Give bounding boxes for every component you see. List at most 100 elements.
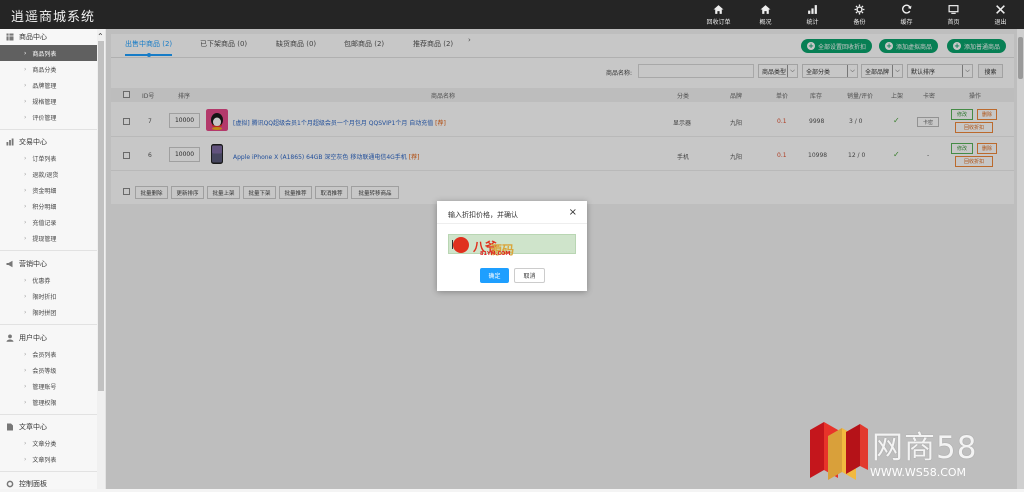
top-nav-overview[interactable]: 概况 (742, 0, 789, 29)
caret-right-icon: › (24, 398, 27, 406)
cancel-button[interactable]: 取消 (514, 268, 545, 283)
sidebar: 商品中心 › 商品列表 › 商品分类 › 品牌管理 › 规格管理 › 评价管理 交易中心 … (0, 29, 106, 489)
sidebar-group-header[interactable]: 控制面板 (0, 476, 97, 492)
sidebar-item-withdraw[interactable]: › 提现管理 (0, 230, 97, 246)
gear-icon (6, 480, 14, 488)
top-nav-label: 首页 (947, 18, 960, 26)
caret-right-icon: › (24, 154, 27, 162)
sidebar-group-header[interactable]: 交易中心 (0, 134, 97, 150)
sidebar-item-group-buy[interactable]: › 限时拼团 (0, 304, 97, 320)
sidebar-group-trade: 交易中心 › 订单列表 › 退款/退货 › 资金明细 › 积分明细 › 充值记录 › 提现管… (0, 134, 97, 255)
confirm-button[interactable]: 确定 (480, 268, 509, 283)
caret-right-icon: › (24, 218, 27, 226)
sidebar-item-article-list[interactable]: › 文章列表 (0, 451, 97, 467)
top-nav-backup[interactable]: 备份 (836, 0, 883, 29)
caret-right-icon: › (24, 81, 27, 89)
sidebar-group-title: 商品中心 (19, 33, 47, 41)
monitor-icon (948, 4, 959, 14)
sidebar-item-admin-permissions[interactable]: › 管理权限 (0, 394, 97, 410)
sidebar-item-label: 会员列表 (32, 351, 57, 359)
sidebar-group-header[interactable]: 营销中心 (0, 256, 97, 272)
megaphone-icon (6, 260, 13, 268)
sidebar-group-header[interactable]: 商品中心 (0, 29, 97, 45)
document-icon (7, 423, 13, 431)
top-nav-label: 回收订单 (706, 18, 731, 26)
home-icon (713, 4, 724, 14)
bar-chart-icon (808, 4, 817, 14)
chevron-up-icon[interactable]: ⌃ (97, 32, 104, 41)
sidebar-item-refunds[interactable]: › 退款/退货 (0, 166, 97, 182)
discount-price-input[interactable]: 八爷 源码 81YM.COM (448, 234, 576, 257)
app-title: 逍遥商城系统 (11, 10, 96, 25)
top-nav-stats[interactable]: 统计 (789, 0, 836, 29)
refresh-icon (902, 4, 912, 14)
sidebar-group-title: 控制面板 (19, 480, 47, 488)
close-icon[interactable]: × (569, 207, 577, 218)
sidebar-item-label: 规格管理 (32, 98, 57, 106)
sidebar-item-goods-category[interactable]: › 商品分类 (0, 61, 97, 77)
sidebar-item-admin-accounts[interactable]: › 管理账号 (0, 378, 97, 394)
sidebar-item-spec[interactable]: › 规格管理 (0, 93, 97, 109)
caret-right-icon: › (24, 439, 27, 447)
sidebar-group-title: 用户中心 (19, 334, 47, 342)
sidebar-item-coupon[interactable]: › 优惠券 (0, 272, 97, 288)
sidebar-item-label: 评价管理 (32, 114, 57, 122)
sidebar-item-label: 订单列表 (32, 155, 57, 163)
scrollbar-thumb[interactable] (1018, 37, 1023, 79)
sidebar-item-label: 管理权限 (32, 399, 57, 407)
top-nav-logout[interactable]: 退出 (977, 0, 1024, 29)
sidebar-item-label: 资金明细 (32, 187, 57, 195)
watermark-url: WWW.WS58.COM (870, 466, 967, 479)
top-nav-label: 概况 (759, 18, 772, 26)
caret-right-icon: › (24, 202, 27, 210)
sidebar-item-brand[interactable]: › 品牌管理 (0, 77, 97, 93)
sidebar-item-label: 商品列表 (32, 50, 57, 58)
sidebar-item-recharge[interactable]: › 充值记录 (0, 214, 97, 230)
divider (0, 414, 97, 415)
top-nav-cache[interactable]: 缓存 (883, 0, 930, 29)
sidebar-item-label: 文章列表 (32, 456, 57, 464)
caret-right-icon: › (24, 276, 27, 284)
sidebar-item-member-levels[interactable]: › 会员等级 (0, 362, 97, 378)
sidebar-item-label: 提现管理 (32, 235, 57, 243)
sidebar-group-user: 用户中心 › 会员列表 › 会员等级 › 管理账号 › 管理权限 (0, 330, 97, 419)
sidebar-item-orders[interactable]: › 订单列表 (0, 150, 97, 166)
sidebar-group-title: 交易中心 (19, 138, 47, 146)
sidebar-item-funds[interactable]: › 资金明细 (0, 182, 97, 198)
sidebar-item-label: 管理账号 (32, 383, 57, 391)
sidebar-item-goods-list[interactable]: › 商品列表 (0, 45, 97, 61)
caret-right-icon: › (24, 65, 27, 73)
sidebar-group-title: 文章中心 (19, 423, 47, 431)
top-nav: 回收订单 概况 统计 备份 缓存 首页 退出 (695, 0, 1024, 29)
top-nav-label: 缓存 (900, 18, 913, 26)
caret-right-icon: › (24, 113, 27, 121)
caret-right-icon: › (24, 455, 27, 463)
sidebar-item-label: 充值记录 (32, 219, 57, 227)
sidebar-item-label: 积分明细 (32, 203, 57, 211)
top-nav-label: 退出 (994, 18, 1007, 26)
caret-right-icon: › (24, 292, 27, 300)
sidebar-group-title: 营销中心 (19, 260, 47, 268)
caret-right-icon: › (24, 366, 27, 374)
top-nav-home[interactable]: 首页 (930, 0, 977, 29)
caret-right-icon: › (24, 382, 27, 390)
watermark-url: 81YM.COM (480, 251, 511, 257)
sidebar-item-members[interactable]: › 会员列表 (0, 346, 97, 362)
sidebar-group-marketing: 营销中心 › 优惠券 › 限时折扣 › 限时拼团 (0, 256, 97, 329)
sidebar-item-points[interactable]: › 积分明细 (0, 198, 97, 214)
page-scrollbar[interactable] (1017, 29, 1024, 489)
divider (0, 129, 97, 130)
sidebar-item-article-category[interactable]: › 文章分类 (0, 435, 97, 451)
home-icon (760, 4, 771, 14)
caret-right-icon: › (24, 308, 27, 316)
sidebar-group-article: 文章中心 › 文章分类 › 文章列表 (0, 419, 97, 476)
top-nav-recycle-orders[interactable]: 回收订单 (695, 0, 742, 29)
sidebar-scrollbar[interactable] (97, 29, 105, 489)
sidebar-item-flash-discount[interactable]: › 限时折扣 (0, 288, 97, 304)
sidebar-item-review[interactable]: › 评价管理 (0, 109, 97, 125)
caret-right-icon: › (24, 234, 27, 242)
scrollbar-thumb[interactable] (98, 41, 104, 391)
sidebar-group-header[interactable]: 用户中心 (0, 330, 97, 346)
sidebar-group-header[interactable]: 文章中心 (0, 419, 97, 435)
user-icon (6, 334, 14, 342)
